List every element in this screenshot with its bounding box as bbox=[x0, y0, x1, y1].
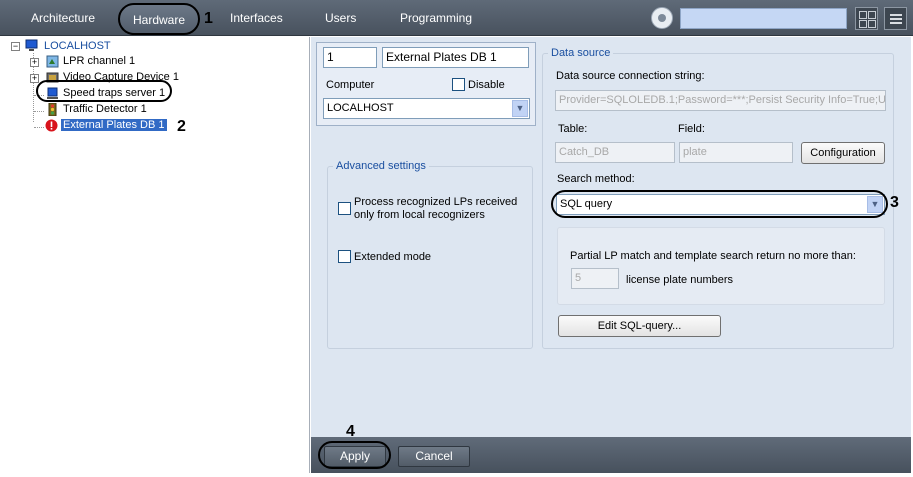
callout-2: 2 bbox=[177, 118, 186, 135]
disable-checkbox[interactable] bbox=[452, 78, 465, 91]
nav-hardware-label: Hardware bbox=[132, 13, 186, 27]
computer-select[interactable]: LOCALHOST ▼ bbox=[323, 98, 530, 119]
tree-expand-icon[interactable]: + bbox=[30, 74, 39, 83]
connection-string-field[interactable]: Provider=SQLOLEDB.1;Password=***;Persist… bbox=[555, 90, 886, 111]
tree-item-traffic-detector[interactable]: Traffic Detector 1 bbox=[63, 103, 147, 115]
cancel-button[interactable]: Cancel bbox=[398, 446, 470, 467]
object-name-field[interactable]: External Plates DB 1 bbox=[382, 47, 529, 68]
nav-interfaces[interactable]: Interfaces bbox=[230, 11, 283, 25]
connection-string-label: Data source connection string: bbox=[556, 70, 705, 82]
computer-label: Computer bbox=[326, 79, 375, 91]
tree-item-external-plates-db[interactable]: External Plates DB 1 bbox=[61, 119, 167, 131]
table-label: Table: bbox=[558, 123, 588, 135]
tree-item-lpr-channel[interactable]: LPR channel 1 bbox=[63, 55, 135, 67]
partial-match-label: Partial LP match and template search ret… bbox=[570, 250, 856, 262]
partial-count-field[interactable]: 5 bbox=[571, 268, 619, 289]
tree-expand-icon[interactable]: + bbox=[30, 58, 39, 67]
disable-label: Disable bbox=[468, 79, 505, 91]
traffic-detector-icon bbox=[48, 103, 57, 116]
error-icon bbox=[45, 119, 58, 132]
object-id-field[interactable]: 1 bbox=[323, 47, 377, 68]
process-local-checkbox[interactable] bbox=[338, 202, 351, 215]
process-local-label-line1: Process recognized LPs received bbox=[354, 196, 518, 208]
extended-mode-checkbox[interactable] bbox=[338, 250, 351, 263]
tree-collapse-icon[interactable]: − bbox=[11, 42, 20, 51]
callout-oval-4 bbox=[318, 441, 391, 469]
nav-hardware[interactable]: Hardware bbox=[118, 3, 200, 35]
edit-sql-query-button[interactable]: Edit SQL-query... bbox=[558, 315, 721, 337]
search-input[interactable] bbox=[680, 8, 847, 29]
chevron-down-icon: ▼ bbox=[512, 100, 528, 117]
tree-connector bbox=[34, 127, 44, 128]
menu-icon[interactable] bbox=[884, 7, 907, 30]
field-field[interactable]: plate bbox=[679, 142, 793, 163]
table-field[interactable]: Catch_DB bbox=[555, 142, 675, 163]
tree-root-label[interactable]: LOCALHOST bbox=[44, 40, 111, 52]
bottom-border bbox=[0, 473, 913, 477]
configuration-button[interactable]: Configuration bbox=[801, 142, 885, 164]
tree-connector bbox=[34, 111, 44, 112]
callout-oval-3 bbox=[551, 190, 888, 218]
nav-programming[interactable]: Programming bbox=[400, 11, 472, 25]
extended-mode-label: Extended mode bbox=[354, 251, 432, 263]
callout-4: 4 bbox=[346, 423, 355, 440]
partial-match-group bbox=[557, 227, 885, 305]
nav-architecture[interactable]: Architecture bbox=[31, 11, 95, 25]
nav-users[interactable]: Users bbox=[325, 11, 356, 25]
callout-3: 3 bbox=[890, 194, 899, 211]
layout-grid-icon[interactable] bbox=[855, 7, 878, 30]
data-source-title: Data source bbox=[548, 47, 614, 59]
partial-units-label: license plate numbers bbox=[626, 274, 734, 286]
callout-oval-2 bbox=[36, 80, 172, 102]
process-local-label-line2: only from local recognizers bbox=[354, 209, 485, 221]
callout-1: 1 bbox=[204, 10, 213, 27]
computer-select-value: LOCALHOST bbox=[327, 102, 394, 114]
computer-icon bbox=[25, 39, 38, 51]
search-method-label: Search method: bbox=[557, 173, 635, 185]
field-label: Field: bbox=[678, 123, 705, 135]
lpr-channel-icon bbox=[46, 55, 59, 68]
advanced-settings-title: Advanced settings bbox=[333, 160, 429, 172]
settings-icon[interactable] bbox=[651, 7, 673, 29]
